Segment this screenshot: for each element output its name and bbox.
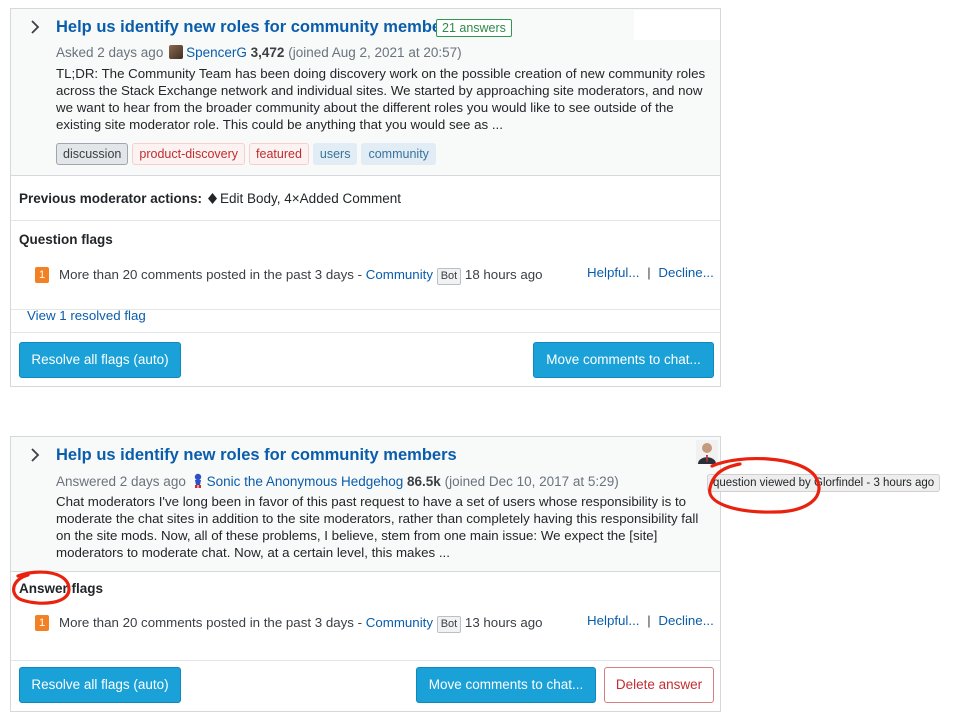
author-joined: (joined Dec 10, 2017 at 5:29) (444, 474, 619, 489)
answer-title[interactable]: Help us identify new roles for community… (56, 446, 457, 465)
chevron-right-icon[interactable] (27, 447, 43, 463)
answer-excerpt: Chat moderators I've long been in favor … (56, 494, 699, 560)
tag-list: discussion product-discovery featured us… (56, 143, 436, 165)
author-reputation: 86.5k (407, 474, 441, 489)
tag-community[interactable]: community (361, 143, 436, 165)
question-flag-card: Help us identify new roles for community… (10, 8, 721, 387)
mod-actions-text: Edit Body, 4×Added Comment (220, 191, 401, 206)
answer-meta: Answered 2 days ago Sonic the Anonymous … (56, 473, 619, 489)
question-post-summary: Help us identify new roles for community… (11, 9, 720, 176)
viewer-tooltip: question viewed by Glorfindel - 3 hours … (707, 474, 941, 492)
helpful-link[interactable]: Helpful... (587, 265, 639, 280)
tag-users[interactable]: users (312, 143, 358, 165)
answer-flag-card: Help us identify new roles for community… (10, 436, 721, 712)
flag-reason: More than 20 comments posted in the past… (59, 615, 363, 630)
flagger-link[interactable]: Community (366, 267, 433, 282)
question-title[interactable]: Help us identify new roles for community… (56, 18, 457, 37)
flagger-link[interactable]: Community (366, 615, 433, 630)
helpful-link[interactable]: Helpful... (587, 613, 639, 628)
resolve-all-flags-button[interactable]: Resolve all flags (auto) (19, 342, 181, 378)
sonic-avatar[interactable] (192, 473, 204, 489)
answers-count-badge: 21 answers (436, 19, 512, 37)
viewer-avatar[interactable] (696, 440, 718, 464)
flag-count-badge: 1 (35, 615, 49, 631)
move-comments-to-chat-button[interactable]: Move comments to chat... (533, 342, 714, 378)
blank-area (634, 10, 720, 40)
tag-featured[interactable]: featured (249, 143, 309, 165)
chevron-right-icon[interactable] (27, 19, 43, 35)
flag-actions: Helpful... | Decline... (587, 613, 714, 628)
question-meta: Asked 2 days ago SpencerG 3,472 (joined … (56, 45, 462, 60)
author-reputation: 3,472 (250, 45, 285, 60)
bot-badge: Bot (436, 616, 462, 633)
view-resolved-flags-link[interactable]: View 1 resolved flag (27, 308, 146, 323)
answer-post-summary: Help us identify new roles for community… (11, 437, 720, 572)
bot-badge: Bot (436, 268, 462, 285)
resolve-all-flags-button[interactable]: Resolve all flags (auto) (19, 667, 181, 703)
author-link[interactable]: Sonic the Anonymous Hedgehog (207, 474, 404, 489)
flag-description: More than 20 comments posted in the past… (59, 613, 549, 633)
delete-answer-button[interactable]: Delete answer (604, 667, 714, 703)
tag-product-discovery[interactable]: product-discovery (132, 143, 246, 165)
author-joined: (joined Aug 2, 2021 at 20:57) (288, 45, 462, 60)
flag-reason: More than 20 comments posted in the past… (59, 267, 363, 282)
answer-flags-heading: Answer flags (19, 581, 104, 596)
mod-actions-label: Previous moderator actions: (19, 191, 203, 206)
flag-count-badge: 1 (35, 267, 49, 283)
mod-actions-value: Edit Body, 4×Added Comment (208, 191, 401, 206)
decline-link[interactable]: Decline... (658, 613, 713, 628)
answered-time: Answered 2 days ago (56, 474, 186, 489)
decline-link[interactable]: Decline... (658, 265, 713, 280)
flag-time: 13 hours ago (464, 615, 543, 630)
question-excerpt: TL;DR: The Community Team has been doing… (56, 66, 706, 132)
divider (11, 332, 720, 333)
question-flags-section: Question flags 1 More than 20 comments p… (11, 221, 720, 310)
diamond-icon (208, 193, 217, 204)
flag-description: More than 20 comments posted in the past… (59, 265, 549, 285)
answer-flags-section: Answer flags 1 More than 20 comments pos… (11, 572, 720, 661)
asked-time: Asked 2 days ago (56, 45, 164, 60)
question-flags-heading: Question flags (19, 232, 113, 247)
flag-actions: Helpful... | Decline... (587, 265, 714, 280)
user-avatar[interactable] (169, 45, 184, 59)
moderator-actions: Previous moderator actions: Edit Body, 4… (11, 176, 720, 221)
move-comments-to-chat-button[interactable]: Move comments to chat... (416, 667, 596, 703)
tag-discussion[interactable]: discussion (56, 143, 129, 165)
flag-action-separator: | (647, 265, 651, 280)
flag-time: 18 hours ago (464, 267, 543, 282)
author-link[interactable]: SpencerG (186, 45, 247, 60)
flag-action-separator: | (647, 613, 651, 628)
